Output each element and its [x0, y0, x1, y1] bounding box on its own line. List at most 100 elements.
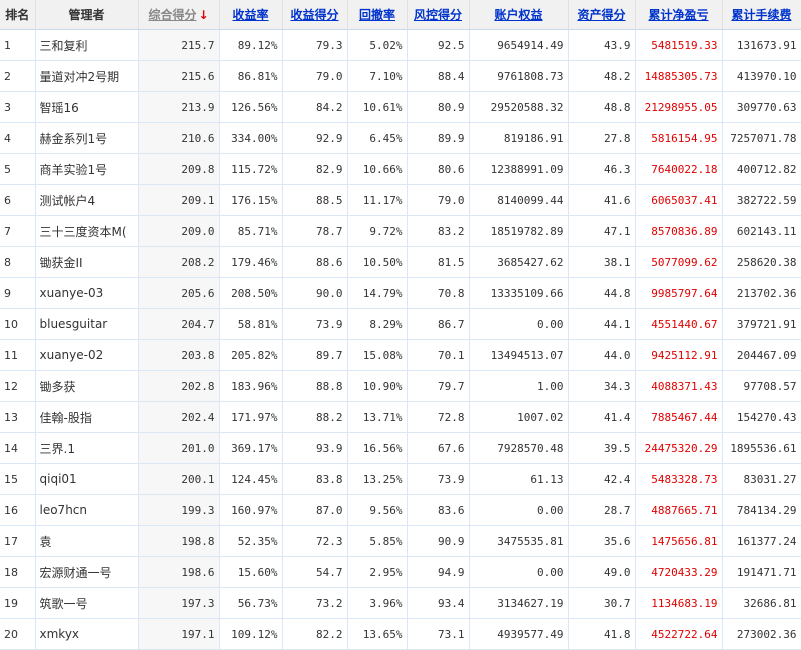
drawdown-cell: 10.66% [347, 153, 408, 185]
header-net-pnl[interactable]: 累计净盈亏 [635, 0, 723, 30]
fees-cell: 7257071.78 [722, 122, 801, 154]
manager-name-cell: 三和复利 [35, 29, 139, 61]
fees-cell: 97708.57 [722, 370, 801, 402]
return-rate-cell: 369.17% [219, 432, 283, 464]
manager-name-cell: 赫金系列1号 [35, 122, 139, 154]
return-score-cell: 79.0 [282, 60, 348, 92]
rank-cell: 11 [0, 339, 36, 371]
header-return-score[interactable]: 收益得分 [282, 0, 348, 30]
risk-score-cell: 79.7 [407, 370, 470, 402]
equity-cell: 9654914.49 [469, 29, 569, 61]
rank-cell: 14 [0, 432, 36, 464]
composite-score-cell: 209.0 [138, 215, 220, 247]
fees-cell: 204467.09 [722, 339, 801, 371]
return-rate-cell: 334.00% [219, 122, 283, 154]
rank-cell: 19 [0, 587, 36, 619]
table-row: 8 锄获金II 208.2 179.46% 88.6 10.50% 81.5 3685427.… [0, 246, 801, 278]
return-score-cell: 88.2 [282, 401, 348, 433]
manager-name-cell: qiqi01 [35, 463, 139, 495]
equity-cell: 13335109.66 [469, 277, 569, 309]
sort-equity-link[interactable]: 账户权益 [494, 8, 542, 22]
drawdown-cell: 5.85% [347, 525, 408, 557]
net-pnl-cell: 6065037.41 [635, 184, 723, 216]
net-pnl-cell: 5481519.33 [635, 29, 723, 61]
risk-score-cell: 70.1 [407, 339, 470, 371]
fees-cell: 213702.36 [722, 277, 801, 309]
equity-cell: 12388991.09 [469, 153, 569, 185]
sort-fees-link[interactable]: 累计手续费 [731, 8, 791, 22]
return-score-cell: 73.9 [282, 308, 348, 340]
table-row: 6 测试帐户4 209.1 176.15% 88.5 11.17% 79.0 8140099.… [0, 184, 801, 216]
risk-score-cell: 94.9 [407, 556, 470, 588]
composite-score-cell: 197.1 [138, 618, 220, 650]
fees-cell: 1895536.61 [722, 432, 801, 464]
risk-score-cell: 80.6 [407, 153, 470, 185]
composite-score-cell: 204.7 [138, 308, 220, 340]
table-row: 20 xmkyx 197.1 109.12% 82.2 13.65% 73.1 4939577… [0, 618, 801, 650]
drawdown-cell: 11.17% [347, 184, 408, 216]
return-score-cell: 54.7 [282, 556, 348, 588]
header-equity[interactable]: 账户权益 [469, 0, 569, 30]
header-rank: 排名 [0, 0, 36, 30]
equity-cell: 18519782.89 [469, 215, 569, 247]
asset-score-cell: 30.7 [568, 587, 636, 619]
composite-score-cell: 202.8 [138, 370, 220, 402]
rank-cell: 17 [0, 525, 36, 557]
composite-score-cell: 213.9 [138, 91, 220, 123]
header-return-rate[interactable]: 收益率 [219, 0, 283, 30]
rank-cell: 6 [0, 184, 36, 216]
sort-drawdown-link[interactable]: 回撤率 [359, 8, 395, 22]
composite-score-cell: 205.6 [138, 277, 220, 309]
risk-score-cell: 93.4 [407, 587, 470, 619]
header-risk-score[interactable]: 风控得分 [407, 0, 470, 30]
return-rate-cell: 179.46% [219, 246, 283, 278]
sort-composite-link[interactable]: 综合得分 [148, 8, 196, 22]
return-score-cell: 88.8 [282, 370, 348, 402]
ranking-table: 排名 管理者 综合得分 ↓ 收益率 收益得分 回撤率 风控得分 账户权益 资产得分… [0, 0, 801, 650]
rank-cell: 10 [0, 308, 36, 340]
sort-return-score-link[interactable]: 收益得分 [290, 8, 338, 22]
table-row: 3 智瑶16 213.9 126.56% 84.2 10.61% 80.9 29520588.… [0, 91, 801, 123]
drawdown-cell: 10.90% [347, 370, 408, 402]
manager-name-cell: xuanye-02 [35, 339, 139, 371]
rank-cell: 1 [0, 29, 36, 61]
header-asset-score[interactable]: 资产得分 [568, 0, 636, 30]
sort-return-rate-link[interactable]: 收益率 [232, 8, 268, 22]
rank-cell: 20 [0, 618, 36, 650]
net-pnl-cell: 7885467.44 [635, 401, 723, 433]
drawdown-cell: 7.10% [347, 60, 408, 92]
table-row: 2 量道对冲2号期 215.6 86.81% 79.0 7.10% 88.4 9761808.… [0, 60, 801, 92]
sort-risk-score-link[interactable]: 风控得分 [414, 8, 462, 22]
fees-cell: 131673.91 [722, 29, 801, 61]
drawdown-cell: 9.56% [347, 494, 408, 526]
rank-cell: 5 [0, 153, 36, 185]
equity-cell: 0.00 [469, 308, 569, 340]
asset-score-cell: 28.7 [568, 494, 636, 526]
net-pnl-cell: 5483328.73 [635, 463, 723, 495]
fees-cell: 602143.11 [722, 215, 801, 247]
sort-asset-score-link[interactable]: 资产得分 [577, 8, 625, 22]
sort-desc-arrow-icon: ↓ [198, 8, 209, 22]
fees-cell: 784134.29 [722, 494, 801, 526]
return-score-cell: 84.2 [282, 91, 348, 123]
table-row: 17 袁 198.8 52.35% 72.3 5.85% 90.9 3475535.81 35.… [0, 525, 801, 557]
table-row: 5 商羊实验1号 209.8 115.72% 82.9 10.66% 80.6 1238899… [0, 153, 801, 185]
manager-name-cell: xmkyx [35, 618, 139, 650]
header-drawdown[interactable]: 回撤率 [347, 0, 408, 30]
composite-score-cell: 198.8 [138, 525, 220, 557]
risk-score-cell: 83.6 [407, 494, 470, 526]
asset-score-cell: 43.9 [568, 29, 636, 61]
equity-cell: 0.00 [469, 556, 569, 588]
table-row: 13 佳翰-股指 202.4 171.97% 88.2 13.71% 72.8 1007.02… [0, 401, 801, 433]
risk-score-cell: 73.1 [407, 618, 470, 650]
sort-net-pnl-link[interactable]: 累计净盈亏 [648, 8, 708, 22]
composite-score-cell: 215.6 [138, 60, 220, 92]
header-fees[interactable]: 累计手续费 [722, 0, 801, 30]
fees-cell: 379721.91 [722, 308, 801, 340]
asset-score-cell: 44.8 [568, 277, 636, 309]
table-row: 18 宏源财通一号 198.6 15.60% 54.7 2.95% 94.9 0.00 49.0… [0, 556, 801, 588]
equity-cell: 1007.02 [469, 401, 569, 433]
manager-name-cell: 宏源财通一号 [35, 556, 139, 588]
header-composite-score[interactable]: 综合得分 ↓ [138, 0, 220, 30]
return-rate-cell: 205.82% [219, 339, 283, 371]
